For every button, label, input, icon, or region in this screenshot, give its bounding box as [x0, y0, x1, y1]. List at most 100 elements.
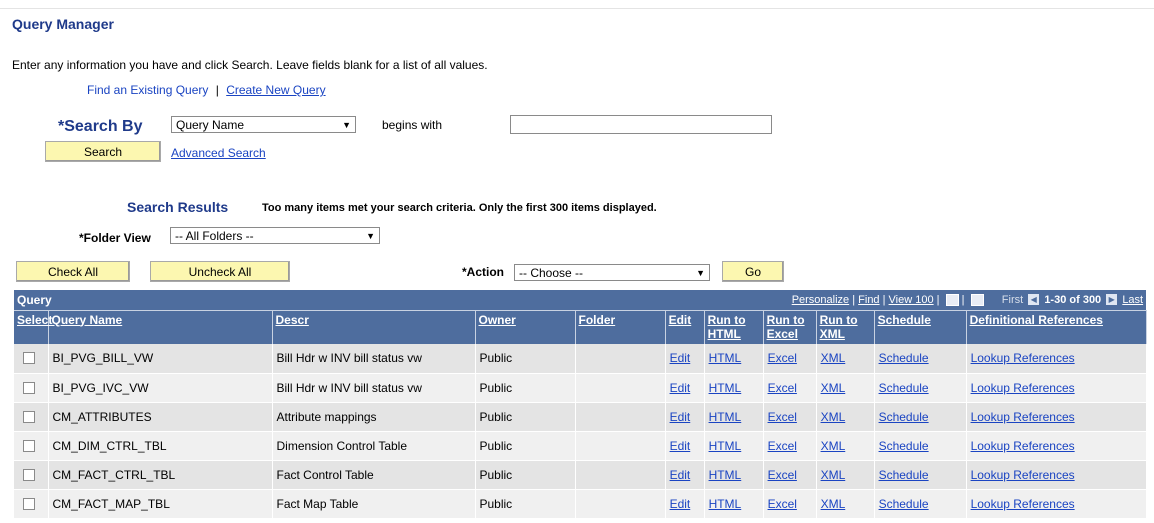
run-excel-link[interactable]: Excel: [768, 468, 797, 482]
schedule-link[interactable]: Schedule: [879, 439, 929, 453]
edit-link[interactable]: Edit: [670, 497, 691, 511]
download-grid-icon[interactable]: [970, 293, 984, 306]
col-run-html[interactable]: Run to HTML: [704, 309, 764, 344]
col-run-xml-label[interactable]: Run to XML: [820, 313, 858, 341]
lookup-references-link[interactable]: Lookup References: [971, 381, 1075, 395]
col-run-html-label[interactable]: Run to HTML: [708, 313, 746, 341]
refs-cell: Lookup References: [966, 344, 1147, 374]
run-html-link[interactable]: HTML: [709, 351, 742, 365]
lookup-references-link[interactable]: Lookup References: [971, 439, 1075, 453]
col-query-name[interactable]: Query Name: [48, 309, 273, 344]
select-cell: [14, 402, 49, 432]
html-cell: HTML: [704, 460, 764, 490]
zoom-icon[interactable]: [945, 293, 959, 306]
col-def-refs-label[interactable]: Definitional References: [970, 313, 1103, 327]
col-folder[interactable]: Folder: [575, 309, 666, 344]
run-excel-link[interactable]: Excel: [768, 381, 797, 395]
find-existing-query-link[interactable]: Find an Existing Query: [87, 83, 208, 97]
search-results-message: Too many items met your search criteria.…: [262, 202, 657, 214]
run-xml-link[interactable]: XML: [821, 468, 846, 482]
lookup-references-link[interactable]: Lookup References: [971, 468, 1075, 482]
create-new-query-link[interactable]: Create New Query: [226, 83, 325, 97]
col-select-label[interactable]: Select: [17, 313, 52, 327]
run-excel-link[interactable]: Excel: [768, 351, 797, 365]
search-by-value: Query Name: [176, 117, 245, 132]
run-xml-link[interactable]: XML: [821, 351, 846, 365]
row-checkbox[interactable]: [23, 410, 35, 423]
row-checkbox[interactable]: [23, 468, 35, 481]
search-button[interactable]: Search: [45, 141, 161, 162]
folder-view-select[interactable]: -- All Folders -- ▼: [170, 227, 380, 244]
col-schedule[interactable]: Schedule: [874, 309, 967, 344]
col-schedule-label[interactable]: Schedule: [878, 313, 931, 327]
col-owner-label[interactable]: Owner: [479, 313, 516, 327]
edit-link[interactable]: Edit: [670, 468, 691, 482]
run-html-link[interactable]: HTML: [709, 497, 742, 511]
owner-cell: Public: [475, 489, 576, 519]
owner-cell: Public: [475, 344, 576, 374]
next-arrow-icon[interactable]: ▶: [1106, 294, 1118, 306]
run-xml-link[interactable]: XML: [821, 410, 846, 424]
col-folder-label[interactable]: Folder: [579, 313, 616, 327]
search-input[interactable]: [510, 115, 772, 134]
previous-arrow-icon[interactable]: ◀: [1028, 294, 1040, 306]
advanced-search-link[interactable]: Advanced Search: [171, 146, 266, 160]
query-name-cell: CM_ATTRIBUTES: [48, 402, 273, 432]
select-cell: [14, 460, 49, 490]
run-excel-link[interactable]: Excel: [768, 497, 797, 511]
edit-link[interactable]: Edit: [670, 439, 691, 453]
row-checkbox[interactable]: [23, 381, 35, 394]
col-run-excel[interactable]: Run to Excel: [763, 309, 817, 344]
html-cell: HTML: [704, 489, 764, 519]
owner-cell: Public: [475, 460, 576, 490]
select-cell: [14, 489, 49, 519]
edit-link[interactable]: Edit: [670, 381, 691, 395]
col-descr[interactable]: Descr: [272, 309, 476, 344]
view-100-link[interactable]: View 100: [889, 294, 934, 306]
col-edit[interactable]: Edit: [665, 309, 705, 344]
schedule-link[interactable]: Schedule: [879, 410, 929, 424]
uncheck-all-button[interactable]: Uncheck All: [150, 261, 290, 282]
run-excel-link[interactable]: Excel: [768, 410, 797, 424]
lookup-references-link[interactable]: Lookup References: [971, 351, 1075, 365]
action-select[interactable]: -- Choose -- ▼: [514, 264, 710, 281]
schedule-link[interactable]: Schedule: [879, 468, 929, 482]
col-select[interactable]: Select: [14, 309, 52, 344]
lookup-references-link[interactable]: Lookup References: [971, 410, 1075, 424]
schedule-link[interactable]: Schedule: [879, 497, 929, 511]
run-xml-link[interactable]: XML: [821, 497, 846, 511]
search-by-select[interactable]: Query Name ▼: [171, 116, 356, 133]
row-checkbox[interactable]: [23, 439, 35, 452]
check-all-button[interactable]: Check All: [16, 261, 130, 282]
find-link[interactable]: Find: [858, 294, 879, 306]
col-query-name-label[interactable]: Query Name: [52, 313, 123, 327]
schedule-link[interactable]: Schedule: [879, 351, 929, 365]
col-owner[interactable]: Owner: [475, 309, 576, 344]
schedule-cell: Schedule: [874, 402, 967, 432]
go-button[interactable]: Go: [722, 261, 784, 282]
xml-cell: XML: [816, 489, 875, 519]
run-html-link[interactable]: HTML: [709, 381, 742, 395]
row-checkbox[interactable]: [23, 497, 35, 510]
schedule-link[interactable]: Schedule: [879, 381, 929, 395]
run-xml-link[interactable]: XML: [821, 381, 846, 395]
schedule-cell: Schedule: [874, 489, 967, 519]
run-xml-link[interactable]: XML: [821, 439, 846, 453]
run-html-link[interactable]: HTML: [709, 468, 742, 482]
col-run-xml[interactable]: Run to XML: [816, 309, 875, 344]
personalize-link[interactable]: Personalize: [792, 294, 849, 306]
row-checkbox[interactable]: [23, 352, 35, 365]
run-html-link[interactable]: HTML: [709, 439, 742, 453]
html-cell: HTML: [704, 344, 764, 374]
edit-link[interactable]: Edit: [670, 410, 691, 424]
lookup-references-link[interactable]: Lookup References: [971, 497, 1075, 511]
run-html-link[interactable]: HTML: [709, 410, 742, 424]
col-def-refs[interactable]: Definitional References: [966, 309, 1147, 344]
folder-view-label: *Folder View: [79, 231, 151, 245]
col-descr-label[interactable]: Descr: [276, 313, 309, 327]
edit-link[interactable]: Edit: [670, 351, 691, 365]
col-edit-label[interactable]: Edit: [669, 313, 692, 327]
run-excel-link[interactable]: Excel: [768, 439, 797, 453]
last-link[interactable]: Last: [1122, 294, 1143, 306]
col-run-excel-label[interactable]: Run to Excel: [767, 313, 805, 341]
